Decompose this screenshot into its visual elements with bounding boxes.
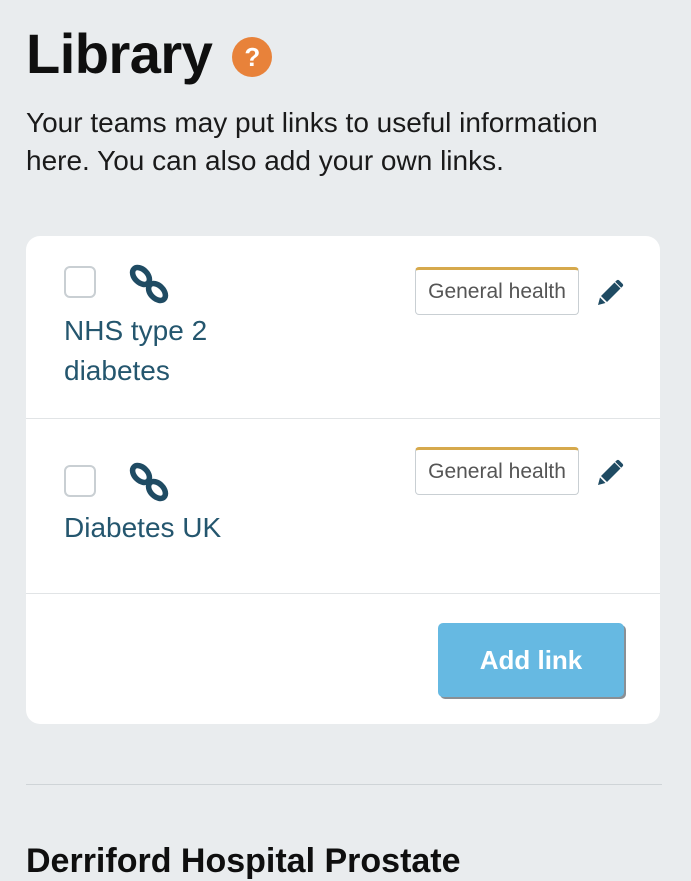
chain-link-icon [129, 462, 169, 502]
page-header: Library ? [26, 22, 273, 86]
link-checkbox[interactable] [64, 266, 96, 298]
add-link-button[interactable]: Add link [438, 623, 624, 697]
section-title: Derriford Hospital Prostate [26, 842, 461, 880]
page-title: Library [26, 22, 213, 85]
section-divider [26, 784, 662, 785]
link-row: NHS type 2 diabetes General health [26, 236, 660, 419]
category-tag: General health [415, 267, 579, 315]
chain-link-icon [129, 264, 169, 304]
pencil-icon[interactable] [596, 459, 624, 487]
links-card: NHS type 2 diabetes General health Diabe… [26, 236, 660, 724]
link-title[interactable]: NHS type 2 diabetes [64, 311, 284, 391]
link-title[interactable]: Diabetes UK [64, 508, 284, 548]
link-checkbox[interactable] [64, 465, 96, 497]
intro-text: Your teams may put links to useful infor… [26, 107, 598, 176]
link-row: Diabetes UK General health [26, 419, 660, 594]
pencil-icon[interactable] [596, 279, 624, 307]
help-icon[interactable]: ? [232, 37, 273, 77]
category-tag: General health [415, 447, 579, 495]
